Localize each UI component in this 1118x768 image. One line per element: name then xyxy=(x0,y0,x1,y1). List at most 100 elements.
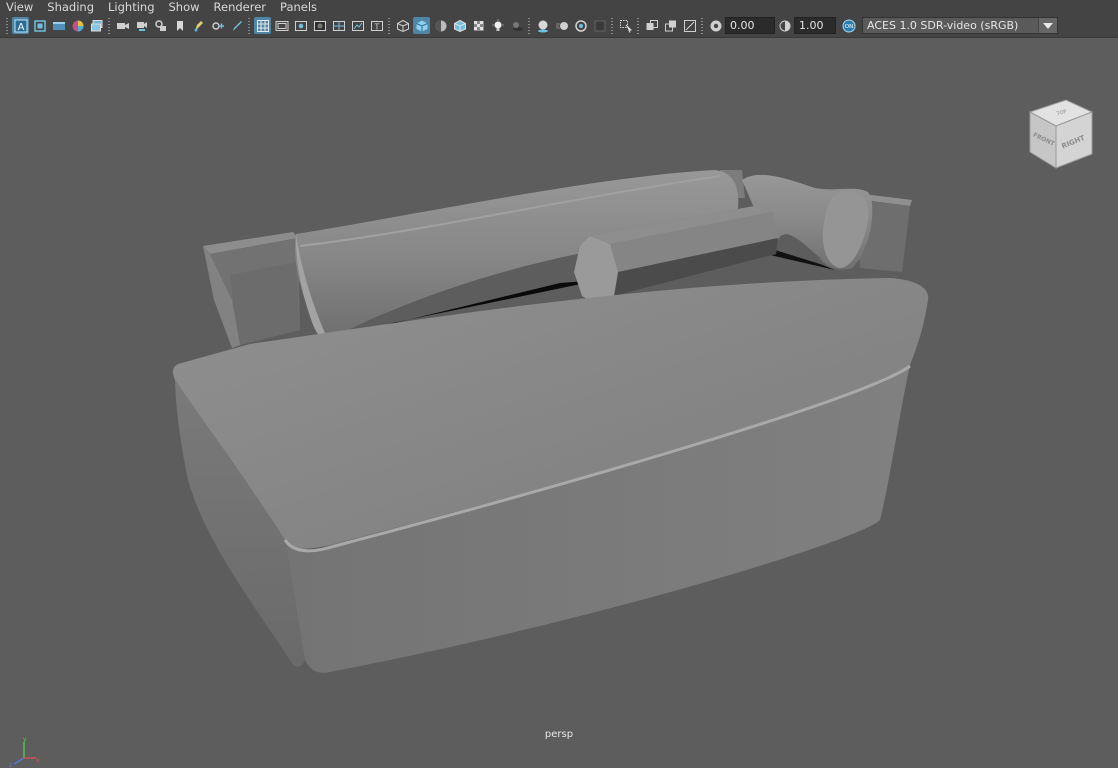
resolution-gate-icon xyxy=(294,20,307,31)
film-gate-button[interactable] xyxy=(273,17,290,34)
camera-button[interactable] xyxy=(114,17,131,34)
camera-gate-button[interactable] xyxy=(133,17,150,34)
screen-space-ao-button[interactable] xyxy=(534,17,551,34)
resolution-gate-button[interactable] xyxy=(292,17,309,34)
wireframe-button[interactable] xyxy=(394,17,411,34)
motion-blur-icon xyxy=(555,21,568,30)
color-management-toggle[interactable]: ON xyxy=(840,17,857,34)
exposure-field[interactable]: 0.00 xyxy=(725,17,775,34)
grease-pencil-button[interactable] xyxy=(190,17,207,34)
color-management-icon: ON xyxy=(842,19,855,32)
camera-seq-icon xyxy=(154,19,166,31)
depth-of-field-button[interactable] xyxy=(591,17,608,34)
gamma-button[interactable] xyxy=(776,17,793,34)
chevron-down-icon xyxy=(1038,18,1057,33)
isolate-select-button[interactable] xyxy=(617,17,634,34)
ao-sphere-icon xyxy=(537,20,548,32)
svg-text:x: x xyxy=(36,757,40,764)
color-sphere-icon xyxy=(72,20,83,31)
motion-blur-button[interactable] xyxy=(553,17,570,34)
camera-attributes-button[interactable] xyxy=(31,17,48,34)
grid-button[interactable] xyxy=(254,17,271,34)
toolbar-separator xyxy=(248,17,250,34)
view-transform-dropdown[interactable]: ACES 1.0 SDR-video (sRGB) xyxy=(862,17,1058,34)
menu-view[interactable]: View xyxy=(0,0,40,14)
textured-button[interactable] xyxy=(451,17,468,34)
gate-mask-button[interactable] xyxy=(311,17,328,34)
menu-shading[interactable]: Shading xyxy=(40,0,101,14)
xray-active-button[interactable] xyxy=(662,17,679,34)
menu-show[interactable]: Show xyxy=(162,0,207,14)
xray-icon xyxy=(646,19,658,30)
bookmark-icon xyxy=(176,20,183,31)
bookmark-button[interactable] xyxy=(171,17,188,34)
view-cube[interactable]: TOP FRONT RIGHT xyxy=(1026,98,1094,170)
exposure-button[interactable] xyxy=(707,17,724,34)
brush-icon xyxy=(232,20,242,31)
anti-aliasing-button[interactable] xyxy=(572,17,589,34)
menu-panels[interactable]: Panels xyxy=(273,0,324,14)
shadows-button[interactable] xyxy=(508,17,525,34)
safe-title-icon: T xyxy=(370,20,383,31)
film-gate-icon xyxy=(275,20,288,31)
xray-active-icon xyxy=(664,20,676,31)
grid-icon xyxy=(256,19,269,32)
safe-action-icon xyxy=(351,20,364,31)
toolbar-separator xyxy=(611,17,613,34)
textured-cube-icon xyxy=(453,19,466,32)
film-icon xyxy=(52,21,65,30)
light-bulb-icon xyxy=(492,19,503,31)
smooth-shade-button[interactable] xyxy=(413,17,430,34)
select-camera-icon: A xyxy=(14,19,27,33)
image-stack-icon xyxy=(90,19,102,31)
frame-icon xyxy=(33,19,46,32)
snap-icon xyxy=(211,21,224,30)
field-chart-icon xyxy=(332,20,345,31)
toolbar-separator xyxy=(388,17,390,34)
view-transform-label: ACES 1.0 SDR-video (sRGB) xyxy=(867,19,1019,32)
video-camera-icon xyxy=(116,22,129,29)
toolbar-separator xyxy=(108,17,110,34)
bookmarks-button[interactable] xyxy=(50,17,67,34)
svg-text:z: z xyxy=(9,762,12,768)
camera-sequence-button[interactable] xyxy=(152,17,169,34)
menu-lighting[interactable]: Lighting xyxy=(101,0,161,14)
gamma-icon xyxy=(779,20,790,31)
toolbar-separator xyxy=(637,17,639,34)
camera-name-label: persp xyxy=(544,729,574,740)
image-plane-button[interactable] xyxy=(69,17,86,34)
paint-button[interactable] xyxy=(228,17,245,34)
aperture-icon xyxy=(710,20,721,31)
checker-icon xyxy=(473,20,484,31)
svg-text:A: A xyxy=(17,22,24,33)
isolate-icon xyxy=(619,19,632,33)
menu-renderer[interactable]: Renderer xyxy=(207,0,274,14)
camera-attribute-icon xyxy=(136,21,147,31)
two-d-pan-zoom-button[interactable] xyxy=(88,17,105,34)
grease-pencil-icon xyxy=(194,20,203,31)
gate-mask-icon xyxy=(313,20,326,31)
gamma-field[interactable]: 1.00 xyxy=(794,17,836,34)
toolbar-separator xyxy=(701,17,703,34)
shadow-icon xyxy=(512,21,523,31)
field-chart-button[interactable] xyxy=(330,17,347,34)
select-camera-button[interactable]: A xyxy=(12,17,29,34)
checker-button[interactable] xyxy=(470,17,487,34)
default-material-button[interactable] xyxy=(432,17,449,34)
material-sphere-icon xyxy=(435,20,446,31)
scene-model xyxy=(173,170,929,673)
viewport-3d[interactable]: TOP FRONT RIGHT y x z xyxy=(0,38,1118,768)
xray-joints-button[interactable] xyxy=(681,17,698,34)
axis-gizmo: y x z xyxy=(9,736,40,768)
dof-icon xyxy=(594,20,605,31)
safe-action-button[interactable] xyxy=(349,17,366,34)
lights-button[interactable] xyxy=(489,17,506,34)
snap-button[interactable] xyxy=(209,17,226,34)
xray-button[interactable] xyxy=(643,17,660,34)
wireframe-cube-icon xyxy=(396,19,409,32)
safe-title-button[interactable]: T xyxy=(368,17,385,34)
panel-toolbar: A T 0.00 1.00 ON ACES 1.0 SDR-video (sRG… xyxy=(0,14,1118,38)
toolbar-separator xyxy=(6,17,8,34)
aa-icon xyxy=(574,19,587,32)
panel-menubar: View Shading Lighting Show Renderer Pane… xyxy=(0,0,1118,14)
